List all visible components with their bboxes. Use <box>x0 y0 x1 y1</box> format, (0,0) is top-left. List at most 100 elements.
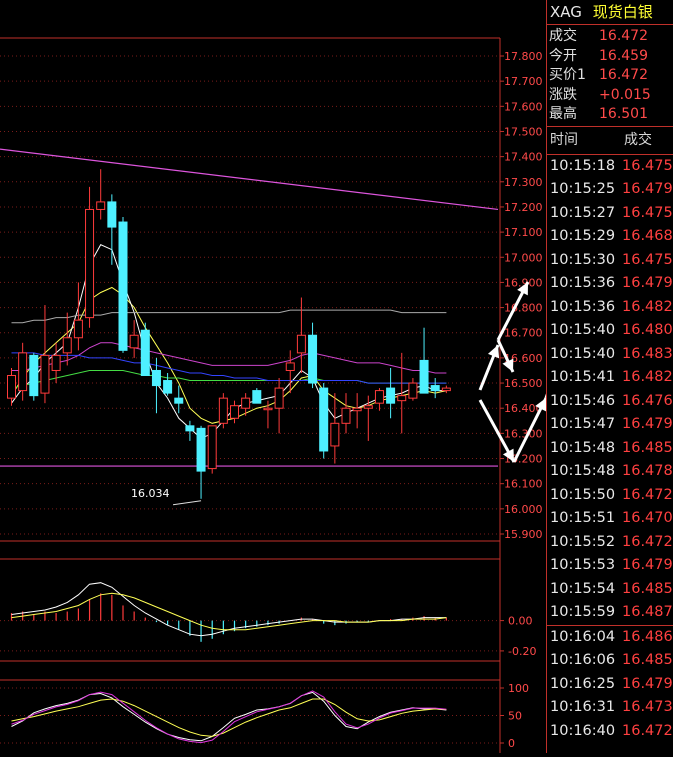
tick-price: 16.487 <box>622 604 673 621</box>
tick-price: 16.482 <box>622 298 673 315</box>
candle-body <box>129 334 139 349</box>
candle-body <box>419 359 429 394</box>
candle-body <box>85 208 95 319</box>
y-tick-label: 15.900 <box>504 528 543 541</box>
tick-row: 10:15:51 16.470 <box>547 507 673 531</box>
tick-row: 10:15:59 16.487 <box>547 601 673 625</box>
tick-time: 10:16:06 <box>550 652 616 669</box>
y-tick-label: 17.000 <box>504 251 543 264</box>
tick-time: 10:15:36 <box>550 275 616 292</box>
tick-time: 10:15:29 <box>550 228 616 245</box>
tick-header-time: 时间 <box>550 131 578 148</box>
tick-row: 10:16:06 16.485 <box>547 649 673 673</box>
tick-time: 10:15:41 <box>550 369 616 386</box>
candle-body <box>430 385 440 392</box>
candle-body <box>363 405 373 409</box>
tick-price: 16.479 <box>622 181 673 198</box>
quote-row: 今开 16.459 <box>547 47 673 67</box>
candle-body <box>118 221 128 351</box>
tick-list[interactable]: 10:15:18 16.475 10:15:25 16.479 10:15:27 16.4… <box>547 155 673 744</box>
tick-time: 10:15:36 <box>550 298 616 315</box>
candle-body <box>352 407 362 412</box>
quote-row: 成交 16.472 <box>547 27 673 47</box>
tick-time: 10:15:50 <box>550 486 616 503</box>
candle-body <box>441 387 451 392</box>
candle-body <box>308 334 318 384</box>
tick-row: 10:15:29 16.468 <box>547 225 673 249</box>
tick-time: 10:15:27 <box>550 204 616 221</box>
tick-time: 10:15:47 <box>550 416 616 433</box>
quote-row: 买价1 16.472 <box>547 66 673 86</box>
symbol-name: 现货白银 <box>592 3 653 21</box>
tick-row: 10:15:27 16.475 <box>547 202 673 226</box>
kdj-j-line <box>11 690 447 744</box>
tick-row: 10:15:36 16.482 <box>547 296 673 320</box>
candle-body <box>397 395 407 402</box>
tick-row: 10:15:52 16.472 <box>547 531 673 555</box>
tick-price: 16.475 <box>622 251 673 268</box>
quote-label: 今开 <box>549 47 577 64</box>
candle-body <box>7 375 16 399</box>
tick-row: 10:15:48 16.478 <box>547 460 673 484</box>
tick-row: 10:15:25 16.479 <box>547 178 673 202</box>
candle-body <box>140 329 150 377</box>
tick-row: 10:15:30 16.475 <box>547 249 673 273</box>
y-tick-label: 17.700 <box>504 75 543 88</box>
moving-average-line <box>11 370 447 389</box>
y-tick-label: 16.700 <box>504 327 543 340</box>
low-price-annotation: 16.034 <box>131 487 170 500</box>
candle-body <box>319 387 329 452</box>
candle-body <box>408 382 418 399</box>
tick-price: 16.485 <box>622 439 673 456</box>
candle-body <box>386 387 396 404</box>
tick-time: 10:15:59 <box>550 604 616 621</box>
candle-body <box>96 201 106 210</box>
macd-tick-label: -0.20 <box>508 645 536 658</box>
kdj-tick-label: 100 <box>508 682 529 695</box>
macd-dea-line <box>11 592 447 631</box>
chart-area[interactable]: 17.800 17.700 17.600 17.500 17.400 17.300 17.2… <box>0 0 592 753</box>
quote-value: 16.472 <box>599 67 648 84</box>
tick-price: 16.468 <box>622 228 673 245</box>
kdj-tick-label: 50 <box>508 710 522 723</box>
quote-value: 16.501 <box>599 106 648 123</box>
tick-price: 16.479 <box>622 675 673 692</box>
quote-summary: 成交 16.472 今开 16.459 买价1 16.472 涨跌 +0.015 最高 1… <box>547 25 673 127</box>
tick-price: 16.470 <box>622 510 673 527</box>
tick-row: 10:16:04 16.486 <box>547 624 673 650</box>
tick-time: 10:15:25 <box>550 181 616 198</box>
tick-time: 10:15:48 <box>550 463 616 480</box>
tick-price: 16.472 <box>622 486 673 503</box>
kline-chart[interactable]: 17.800 17.700 17.600 17.500 17.400 17.300 17.2… <box>0 0 592 753</box>
candle-body <box>196 427 206 472</box>
tick-table-header: 时间 成交 <box>547 127 673 155</box>
candle-body <box>218 397 228 424</box>
quote-label: 买价1 <box>549 67 586 84</box>
kdj-tick-label: 0 <box>508 737 515 750</box>
candle-body <box>107 201 117 228</box>
candle-body <box>62 337 72 354</box>
candle-body <box>341 407 351 424</box>
tick-price: 16.483 <box>622 345 673 362</box>
candle-body <box>263 407 273 411</box>
kdj-k-line <box>11 691 447 742</box>
tick-price: 16.480 <box>622 322 673 339</box>
tick-row: 10:15:48 16.485 <box>547 437 673 461</box>
tick-time: 10:16:40 <box>550 722 616 739</box>
candle-body <box>51 354 61 371</box>
candle-body <box>252 390 262 404</box>
candle-body <box>18 352 28 392</box>
tick-price: 16.479 <box>622 557 673 574</box>
tick-row: 10:15:40 16.480 <box>547 319 673 343</box>
quote-label: 成交 <box>549 28 577 44</box>
tick-time: 10:15:46 <box>550 392 616 409</box>
tick-price: 16.472 <box>622 533 673 550</box>
tick-time: 10:15:54 <box>550 580 616 597</box>
tick-price: 16.485 <box>622 580 673 597</box>
tick-price: 16.486 <box>622 628 673 645</box>
tick-price: 16.473 <box>622 699 673 716</box>
tick-time: 10:15:30 <box>550 251 616 268</box>
tick-row: 10:16:40 16.472 <box>547 720 673 744</box>
tick-price: 16.482 <box>622 369 673 386</box>
y-tick-label: 16.500 <box>504 377 543 390</box>
